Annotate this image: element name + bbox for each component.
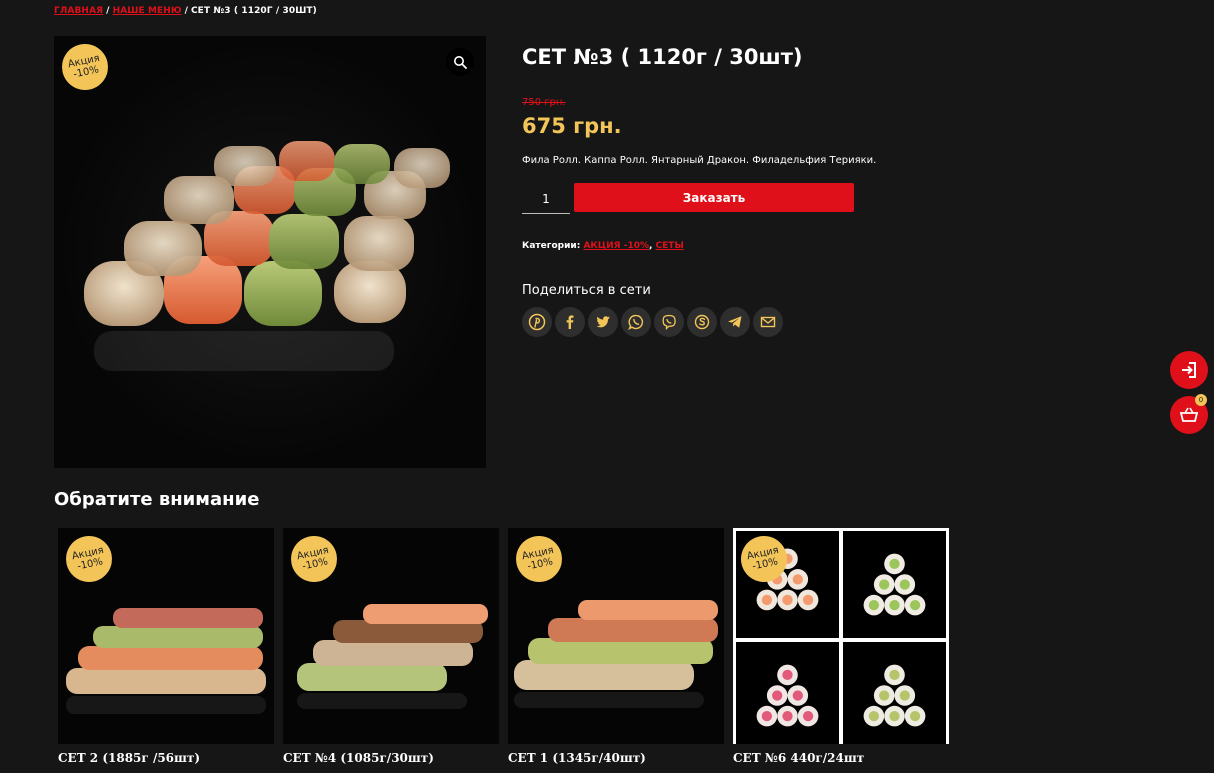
order-button[interactable]: Заказать (574, 183, 854, 212)
share-skype-button[interactable] (687, 307, 717, 337)
related-product-name[interactable]: СЕТ 1 (1345г/40шт) (508, 751, 724, 765)
share-whatsapp-button[interactable] (621, 307, 651, 337)
related-product-card[interactable]: Акция -10% СЕТ 1 (1345г/40шт) (508, 528, 724, 765)
facebook-icon (566, 315, 574, 329)
product-description: Фила Ролл. Каппа Ролл. Янтарный Дракон. … (522, 155, 877, 166)
breadcrumb: ГЛАВНАЯ / НАШЕ МЕНЮ / СЕТ №3 ( 1120Г / 30ШТ) (54, 6, 317, 16)
related-section-title: Обратите внимание (54, 489, 260, 510)
categories-label: Категории: (522, 241, 581, 251)
share-viber-button[interactable] (654, 307, 684, 337)
related-product-name[interactable]: СЕТ №6 440г/24шт (733, 751, 949, 765)
sushi-pyramid-cucumber (843, 531, 946, 638)
related-product-image[interactable]: Акция -10% (508, 528, 724, 744)
product-title: СЕТ №3 ( 1120г / 30шт) (522, 45, 803, 69)
quantity-input[interactable]: 1 (522, 184, 570, 214)
product-image[interactable]: Акция -10% (54, 36, 486, 468)
telegram-icon (728, 316, 742, 328)
category-link-sets[interactable]: СЕТЫ (656, 241, 684, 251)
related-product-image[interactable]: Акция -10% (58, 528, 274, 744)
breadcrumb-separator: / (184, 6, 188, 16)
sale-price: 675 грн. (522, 114, 622, 138)
whatsapp-icon (628, 314, 644, 331)
related-product-card[interactable]: Акция -10% СЕТ №4 (1085г/30шт) (283, 528, 499, 765)
related-product-card[interactable]: Акция -10% СЕТ 2 (1885г /56шт) (58, 528, 274, 765)
related-product-image[interactable]: Акция -10% (283, 528, 499, 744)
old-price: 750 грн. (522, 97, 566, 108)
skype-icon (694, 314, 710, 330)
breadcrumb-menu-link[interactable]: НАШЕ МЕНЮ (113, 6, 182, 16)
share-telegram-button[interactable] (720, 307, 750, 337)
product-categories: Категории: АКЦИЯ -10%, СЕТЫ (522, 241, 684, 251)
related-product-name[interactable]: СЕТ №4 (1085г/30шт) (283, 751, 499, 765)
share-title: Поделиться в сети (522, 283, 651, 298)
magnifier-icon (454, 56, 467, 69)
twitter-icon (596, 316, 610, 328)
zoom-button[interactable] (446, 48, 474, 76)
category-link-sale[interactable]: АКЦИЯ -10% (583, 241, 649, 251)
basket-icon (1179, 407, 1199, 422)
related-product-name[interactable]: СЕТ 2 (1885г /56шт) (58, 751, 274, 765)
cart-count-badge: 0 (1195, 394, 1207, 406)
login-icon (1182, 362, 1196, 378)
sushi-set-image (84, 141, 450, 371)
cart-button[interactable]: 0 (1170, 394, 1208, 434)
sushi-pyramid-tuna (736, 642, 839, 744)
login-button[interactable] (1170, 351, 1208, 389)
share-buttons (522, 307, 783, 337)
breadcrumb-home-link[interactable]: ГЛАВНАЯ (54, 6, 103, 16)
email-icon (760, 316, 776, 328)
related-product-image[interactable]: Акция -10% (733, 528, 949, 744)
pinterest-icon (528, 313, 546, 331)
share-facebook-button[interactable] (555, 307, 585, 337)
breadcrumb-current: СЕТ №3 ( 1120Г / 30ШТ) (190, 6, 317, 16)
related-product-card[interactable]: Акция -10% СЕТ №6 440г/24шт (733, 528, 949, 765)
sushi-pyramid-avocado (843, 642, 946, 744)
viber-icon (662, 314, 676, 330)
share-pinterest-button[interactable] (522, 307, 552, 337)
share-twitter-button[interactable] (588, 307, 618, 337)
share-email-button[interactable] (753, 307, 783, 337)
breadcrumb-separator: / (106, 6, 110, 16)
